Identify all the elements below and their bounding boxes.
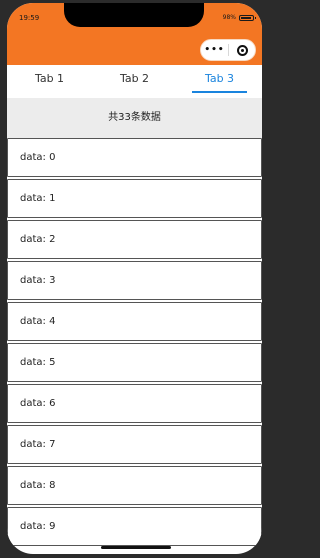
header-bar: 19:59 98% ••• (7, 3, 262, 65)
close-miniprogram-button[interactable] (229, 44, 255, 56)
list-item[interactable]: data: 5 (7, 343, 262, 382)
list-item[interactable]: data: 8 (7, 466, 262, 505)
tab-2[interactable]: Tab 2 (92, 65, 177, 98)
data-list: data: 0 data: 1 data: 2 data: 3 data: 4 … (7, 138, 262, 548)
menu-capsule: ••• (200, 39, 256, 61)
list-item[interactable]: data: 4 (7, 302, 262, 341)
battery-icon (239, 14, 256, 21)
active-tab-indicator (192, 91, 247, 93)
list-item[interactable]: data: 0 (7, 138, 262, 177)
phone-frame: 19:59 98% ••• Tab 1 Tab 2 Tab 3 共33条数据 d… (7, 3, 262, 554)
tab-bar: Tab 1 Tab 2 Tab 3 (7, 65, 262, 98)
tab-label: Tab 3 (204, 72, 235, 85)
home-indicator (101, 546, 171, 549)
battery-percent: 98% (222, 14, 236, 21)
status-time: 19:59 (19, 14, 40, 22)
list-item[interactable]: data: 7 (7, 425, 262, 464)
target-circle-icon (236, 44, 248, 56)
list-item[interactable]: data: 1 (7, 179, 262, 218)
tab-3[interactable]: Tab 3 (177, 65, 262, 98)
tab-label: Tab 2 (119, 72, 150, 85)
battery-status: 98% (222, 14, 256, 21)
list-item[interactable]: data: 3 (7, 261, 262, 300)
tab-label: Tab 1 (34, 72, 65, 85)
more-options-icon[interactable]: ••• (201, 39, 228, 61)
list-item[interactable]: data: 6 (7, 384, 262, 423)
notch (64, 3, 204, 27)
list-item[interactable]: data: 2 (7, 220, 262, 259)
data-count-summary: 共33条数据 (7, 98, 262, 138)
list-item[interactable]: data: 9 (7, 507, 262, 546)
tab-1[interactable]: Tab 1 (7, 65, 92, 98)
